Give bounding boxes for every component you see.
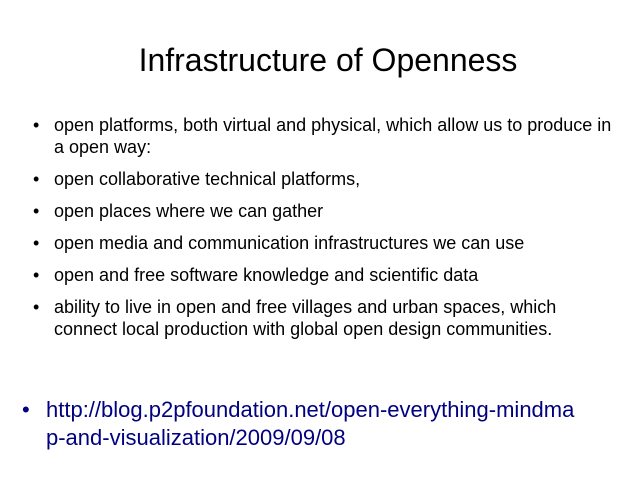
blog-link-line-1[interactable]: http://blog.p2pfoundation.net/open-every… (46, 396, 640, 424)
blog-link-line-2[interactable]: p-and-visualization/2009/09/08 (46, 424, 640, 452)
bullet-item: • open platforms, both virtual and physi… (33, 114, 623, 158)
bullet-item: • ability to live in open and free villa… (33, 296, 623, 340)
bullet-dot: • (33, 297, 40, 317)
bullet-dot: • (33, 115, 40, 135)
bullet-text: open places where we can gather (54, 201, 324, 221)
bullet-text: open media and communication infrastruct… (54, 233, 525, 253)
bullet-dot: • (33, 233, 40, 253)
bullet-text: open collaborative technical platforms, (54, 169, 361, 189)
link-bullet: • http://blog.p2pfoundation.net/open-eve… (22, 396, 640, 452)
bullet-item: • open places where we can gather (33, 200, 623, 222)
bullet-dot: • (33, 265, 40, 285)
bullet-text: open and free software knowledge and sci… (54, 265, 479, 285)
bullet-dot: • (33, 201, 40, 221)
bullet-list: • open platforms, both virtual and physi… (33, 114, 623, 350)
slide-title: Infrastructure of Openness (138, 42, 518, 78)
bullet-item: • open media and communication infrastru… (33, 232, 623, 254)
slide: Infrastructure of Openness • open platfo… (0, 0, 640, 480)
bullet-dot: • (33, 169, 40, 189)
bullet-item: • open collaborative technical platforms… (33, 168, 623, 190)
bullet-text: open platforms, both virtual and physica… (54, 115, 612, 157)
link-bullet-dot: • (22, 397, 30, 422)
bullet-item: • open and free software knowledge and s… (33, 264, 623, 286)
bullet-text: ability to live in open and free village… (54, 297, 557, 339)
